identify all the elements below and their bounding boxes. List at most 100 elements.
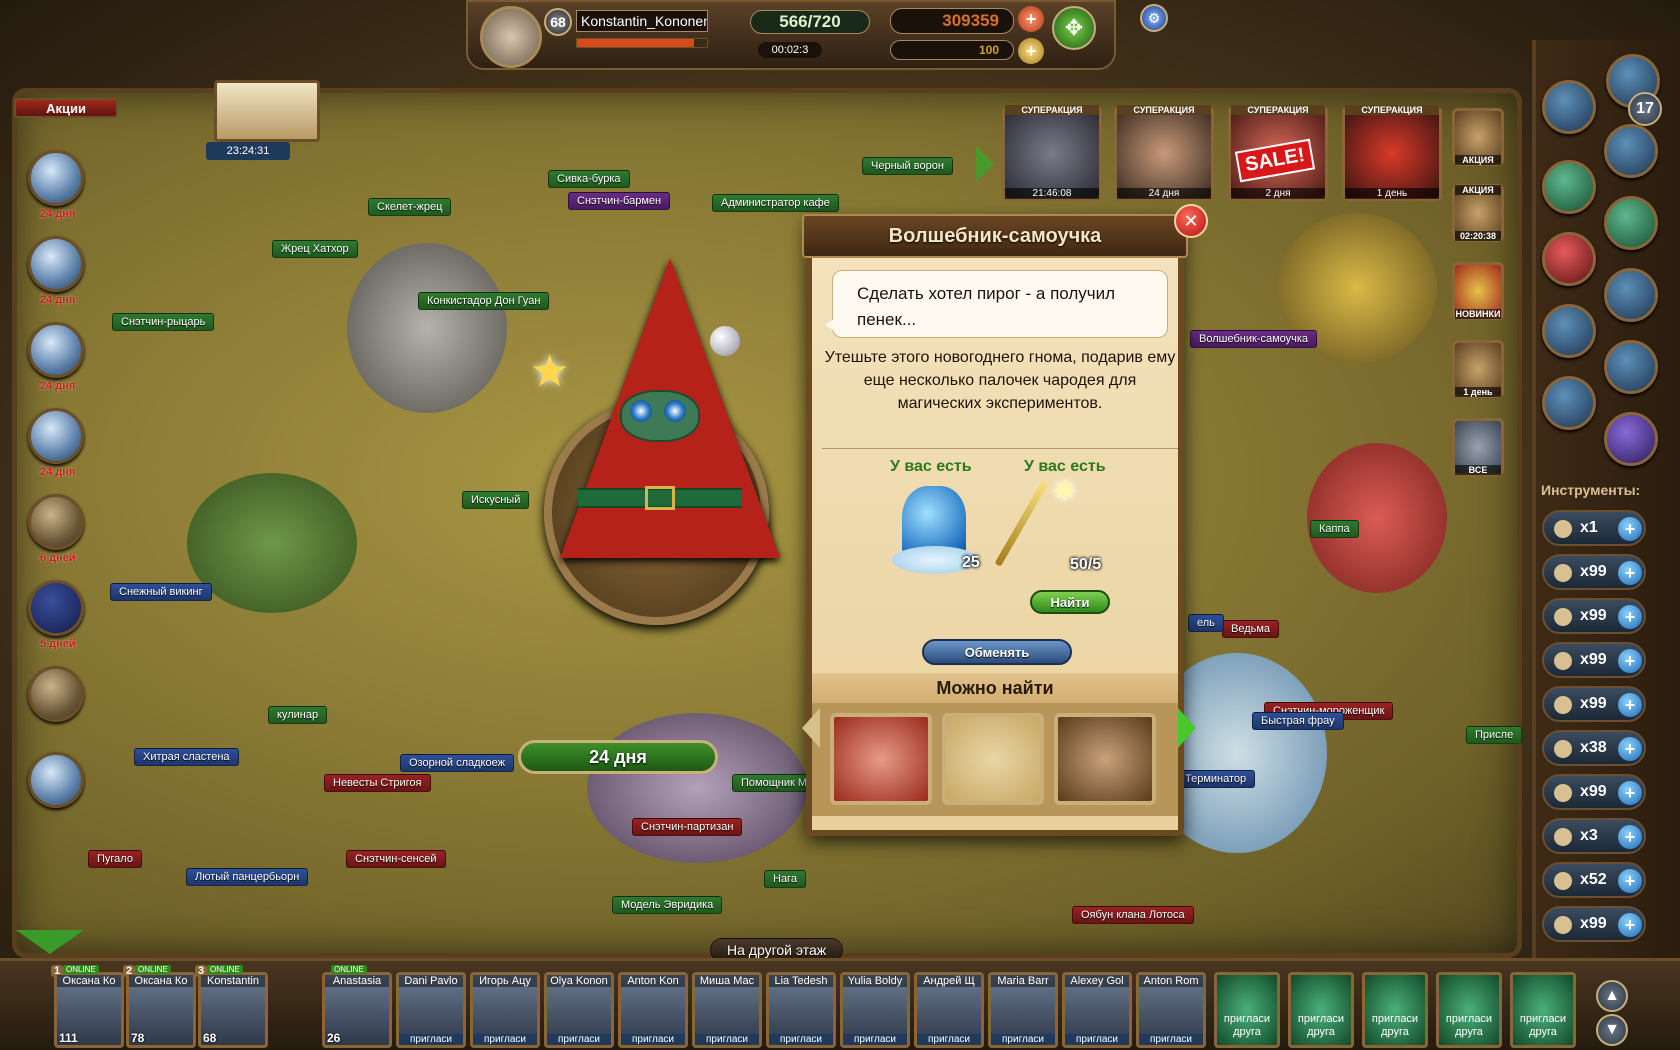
tool-add-button[interactable]: +	[1618, 561, 1642, 585]
event-circle-2[interactable]	[28, 236, 84, 292]
event-circle-3[interactable]	[28, 322, 84, 378]
map-label[interactable]: Нага	[764, 870, 806, 888]
tool-add-button[interactable]: +	[1618, 693, 1642, 717]
side-action-2[interactable]: АКЦИЯ 02:20:38	[1452, 184, 1504, 242]
scroll-down-icon[interactable]: ▼	[1596, 1014, 1628, 1046]
map-label[interactable]: Снэтчин-сенсей	[346, 850, 446, 868]
friend-card[interactable]: 2 ONLINE Оксана Ко 78	[123, 965, 196, 1048]
invite-label[interactable]: пригласи	[621, 1034, 685, 1045]
mail-button[interactable]	[1604, 196, 1658, 250]
map-label[interactable]: Снежный викинг	[110, 583, 212, 601]
side-action-1[interactable]: АКЦИЯ	[1452, 108, 1504, 166]
invite-label[interactable]: пригласи	[843, 1034, 907, 1045]
magic-button[interactable]	[1604, 412, 1658, 466]
chest-circle[interactable]	[28, 666, 84, 722]
close-icon[interactable]: ✕	[1174, 204, 1208, 238]
tool-add-button[interactable]: +	[1618, 649, 1642, 673]
tool-add-button[interactable]: +	[1618, 781, 1642, 805]
map-label[interactable]: Пугало	[88, 850, 142, 868]
heart-button[interactable]	[1542, 232, 1596, 286]
map-label[interactable]: Ведьма	[1222, 620, 1280, 638]
new-items-button[interactable]: НОВИНКИ	[1452, 262, 1504, 320]
friend-card[interactable]: Lia Tedesh пригласи	[766, 972, 836, 1048]
invite-friend-button[interactable]: пригласи друга	[1510, 972, 1576, 1048]
side-action-day[interactable]: 1 день	[1452, 340, 1504, 398]
cathedral-item-slot[interactable]	[830, 713, 932, 805]
map-label[interactable]: Модель Эвридика	[612, 896, 723, 914]
map-label[interactable]: Сивка-бурка	[548, 170, 630, 188]
friend-card[interactable]: Игорь Ацу пригласи	[470, 972, 540, 1048]
collapse-arrow[interactable]	[16, 930, 84, 954]
invite-label[interactable]: пригласи	[399, 1034, 463, 1045]
tool-slot[interactable]: x99 +	[1542, 686, 1646, 722]
player-avatar[interactable]	[480, 6, 542, 68]
map-label[interactable]: Администратор кафе	[712, 194, 839, 212]
map-label[interactable]: Скелет-жрец	[368, 198, 452, 216]
items-prev-arrow[interactable]	[802, 708, 820, 748]
map-label[interactable]: Конкистадор Дон Гуан	[418, 292, 550, 310]
tool-slot[interactable]: x52 +	[1542, 862, 1646, 898]
candy-item-slot[interactable]	[942, 713, 1044, 805]
chest-button[interactable]	[1604, 124, 1658, 178]
exchange-button[interactable]: Обменять	[922, 639, 1072, 665]
tool-add-button[interactable]: +	[1618, 913, 1642, 937]
invite-friend-button[interactable]: пригласи друга	[1214, 972, 1280, 1048]
friend-card[interactable]: Olya Konon пригласи	[544, 972, 614, 1048]
tool-slot[interactable]: x99 +	[1542, 906, 1646, 942]
pyramid-decoration[interactable]	[187, 473, 357, 613]
horn-button[interactable]	[1604, 268, 1658, 322]
bag-item-slot[interactable]	[1054, 713, 1156, 805]
tool-slot[interactable]: x99 +	[1542, 642, 1646, 678]
invite-label[interactable]: пригласи	[917, 1034, 981, 1045]
add-coins-button[interactable]: +	[1018, 6, 1044, 32]
super-action-4[interactable]: СУПЕРАКЦИЯ 1 день	[1342, 105, 1442, 201]
super-action-1[interactable]: СУПЕРАКЦИЯ 21:46:08	[1002, 105, 1102, 201]
invite-label[interactable]: пригласи	[991, 1034, 1055, 1045]
tool-slot[interactable]: x1 +	[1542, 510, 1646, 546]
map-label[interactable]: Оябун клана Лотоса	[1072, 906, 1194, 924]
tool-add-button[interactable]: +	[1618, 869, 1642, 893]
all-actions-button[interactable]: ВСЕ	[1452, 418, 1504, 476]
friend-card[interactable]: Yulia Boldy пригласи	[840, 972, 910, 1048]
map-label[interactable]: Снэтчин-рыцарь	[112, 313, 215, 331]
friend-card[interactable]: 3 ONLINE Konstantin 68	[195, 965, 268, 1048]
scroll-up-icon[interactable]: ▲	[1596, 980, 1628, 1012]
friend-card[interactable]: ONLINE Anastasia 26	[322, 965, 392, 1048]
map-label[interactable]: Жрец Хатхор	[272, 240, 358, 258]
find-button[interactable]: Найти	[1030, 590, 1110, 614]
tool-slot[interactable]: x99 +	[1542, 774, 1646, 810]
invite-label[interactable]: пригласи	[695, 1034, 759, 1045]
zoom-button[interactable]: ✥	[1052, 6, 1096, 50]
map-label[interactable]: Волшебник-самоучка	[1190, 330, 1318, 348]
map-label[interactable]: Озорной сладкоеж	[400, 754, 514, 772]
invite-friend-button[interactable]: пригласи друга	[1436, 972, 1502, 1048]
promo-label[interactable]: Акции	[14, 98, 118, 118]
map-label[interactable]: кулинар	[268, 706, 328, 724]
tool-add-button[interactable]: +	[1618, 825, 1642, 849]
map-label[interactable]: Черный ворон	[862, 157, 953, 175]
tool-slot[interactable]: x38 +	[1542, 730, 1646, 766]
event-circle-8[interactable]	[28, 752, 84, 808]
tool-add-button[interactable]: +	[1618, 737, 1642, 761]
map-label[interactable]: Каппа	[1310, 520, 1359, 538]
items-next-arrow[interactable]	[1178, 708, 1196, 748]
book-icon[interactable]	[214, 80, 320, 142]
friend-card[interactable]: Андрей Щ пригласи	[914, 972, 984, 1048]
settings-icon[interactable]: ⚙	[1140, 4, 1168, 32]
tool-slot[interactable]: x99 +	[1542, 554, 1646, 590]
invite-friend-button[interactable]: пригласи друга	[1362, 972, 1428, 1048]
map-label[interactable]: Снэтчин-партизан	[632, 818, 743, 836]
friend-card[interactable]: Anton Rom пригласи	[1136, 972, 1206, 1048]
friend-card[interactable]: Миша Мас пригласи	[692, 972, 762, 1048]
map-label[interactable]: Невесты Стригоя	[324, 774, 431, 792]
event-circle-4[interactable]	[28, 408, 84, 464]
tool-add-button[interactable]: +	[1618, 605, 1642, 629]
castle-decoration[interactable]	[347, 243, 507, 413]
map-label[interactable]: Помощник М	[732, 774, 817, 792]
event-circle-5[interactable]	[28, 494, 84, 550]
invite-label[interactable]: пригласи	[769, 1034, 833, 1045]
tool-add-button[interactable]: +	[1618, 517, 1642, 541]
lamp-button[interactable]	[1542, 376, 1596, 430]
map-label[interactable]: Искусный	[462, 491, 530, 509]
invite-friend-button[interactable]: пригласи друга	[1288, 972, 1354, 1048]
